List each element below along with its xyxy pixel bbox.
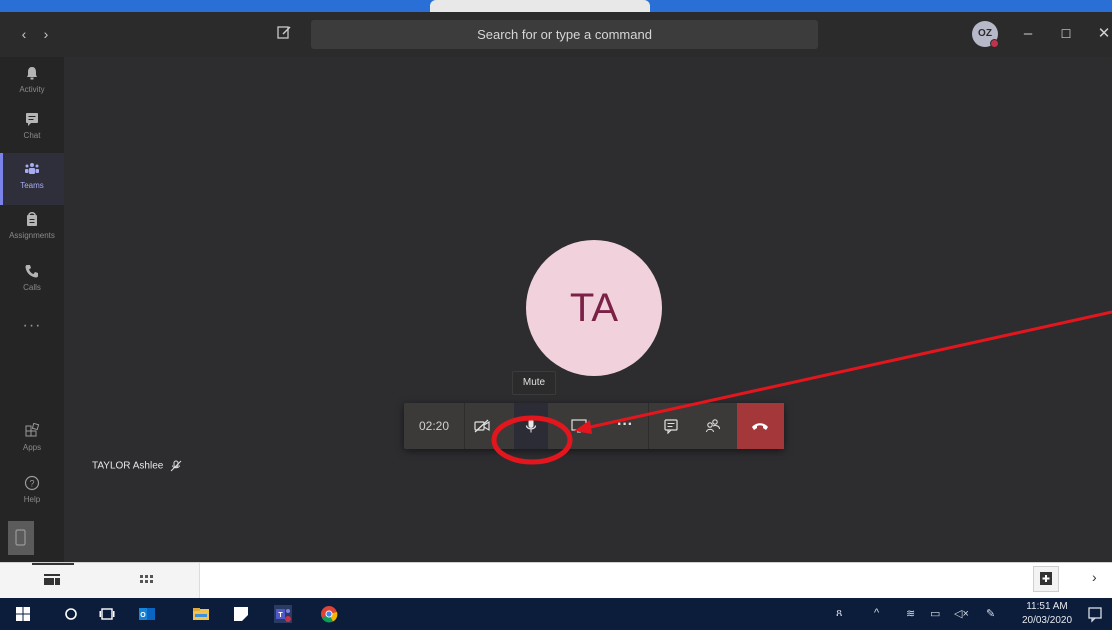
clock-date: 20/03/2020: [1021, 615, 1073, 626]
rail-label: Calls: [23, 283, 41, 292]
sticky-notes-icon[interactable]: [232, 605, 250, 623]
chevron-up-icon[interactable]: ^: [874, 607, 879, 619]
rail-label: Help: [23, 495, 41, 504]
avatar-initials: OZ: [978, 28, 992, 39]
battery-icon[interactable]: ▭: [930, 607, 940, 620]
close-button[interactable]: ✕: [1092, 22, 1112, 46]
call-timer: 02:20: [418, 419, 450, 433]
show-participants-button[interactable]: [696, 403, 730, 449]
notifications-icon[interactable]: [1086, 605, 1104, 623]
active-view-indicator: [32, 563, 74, 565]
camera-toggle-button[interactable]: [465, 403, 499, 449]
more-actions-button[interactable]: ···: [608, 403, 642, 449]
view-switcher: [0, 563, 200, 599]
view-list-icon[interactable]: [44, 573, 60, 587]
help-icon: ?: [24, 475, 40, 491]
forward-icon: ›: [43, 26, 49, 42]
wifi-icon[interactable]: ≋: [906, 607, 915, 620]
rail-label: Apps: [22, 443, 42, 452]
phone-icon: [25, 265, 38, 278]
rail-item-assignments[interactable]: Assignments: [0, 203, 64, 255]
add-button[interactable]: [1033, 566, 1059, 592]
teams-icon: [25, 163, 39, 174]
share-screen-icon: [571, 419, 587, 433]
app-rail: Activity Chat Teams Assignments Calls ··…: [0, 57, 64, 562]
bell-icon: [27, 67, 37, 80]
file-explorer-icon[interactable]: [192, 605, 210, 623]
participants-icon: [705, 419, 721, 433]
hang-up-button[interactable]: [737, 403, 784, 449]
search-circle-icon[interactable]: [62, 605, 80, 623]
participant-name: TAYLOR Ashlee: [92, 460, 164, 472]
rail-label: Teams: [20, 181, 44, 190]
profile-avatar[interactable]: OZ: [972, 21, 999, 48]
rail-label: Activity: [19, 85, 45, 94]
show-conversation-button[interactable]: [654, 403, 688, 449]
status-busy-icon: [990, 39, 999, 48]
assignments-icon: [27, 212, 37, 226]
compose-icon: [277, 26, 291, 39]
rail-item-chat[interactable]: Chat: [0, 103, 64, 155]
taskbar-clock[interactable]: 11:51 AM 20/03/2020: [1018, 600, 1076, 628]
rail-item-teams[interactable]: Teams: [0, 153, 64, 205]
maximize-button[interactable]: ☐: [1054, 22, 1078, 46]
windows-taskbar: O T ጸ ^ ≋ ▭ ◁× ✎ 11:51 AM 20/03/2020: [0, 598, 1112, 630]
rail-item-calls[interactable]: Calls: [0, 255, 64, 307]
clock-time: 11:51 AM: [1026, 601, 1068, 612]
forward-button[interactable]: ›: [36, 24, 56, 44]
new-chat-button[interactable]: [276, 24, 296, 44]
windows-start-icon[interactable]: [14, 605, 32, 623]
share-screen-button[interactable]: [562, 403, 596, 449]
svg-text:T: T: [278, 612, 283, 619]
rail-label: Assignments: [9, 231, 55, 240]
back-icon: ‹: [21, 26, 27, 42]
teams-taskbar-icon[interactable]: T: [274, 605, 292, 623]
rail-item-help[interactable]: ? Help: [0, 467, 64, 519]
call-stage: TA TAYLOR Ashlee Mute 02:20 ···: [64, 57, 1112, 562]
add-note-icon: [1040, 572, 1052, 585]
task-view-icon[interactable]: [98, 605, 116, 623]
outlook-icon[interactable]: O: [138, 605, 156, 623]
svg-text:O: O: [140, 612, 146, 619]
mobile-device-icon: [8, 521, 34, 555]
apps-icon: [25, 423, 40, 437]
view-grid-icon[interactable]: [138, 573, 154, 587]
conversation-icon: [664, 419, 678, 434]
bottom-bar: ›: [0, 562, 1112, 599]
participant-label: TAYLOR Ashlee: [92, 460, 182, 472]
camera-off-icon: [474, 419, 490, 433]
teams-window: ‹ › Search for or type a command OZ – ☐ …: [0, 0, 1112, 630]
window-tab-peek: [430, 0, 650, 12]
microphone-icon: [525, 419, 537, 433]
more-apps-button[interactable]: ···: [0, 317, 64, 335]
minimize-button[interactable]: –: [1016, 22, 1040, 46]
title-bar: ‹ › Search for or type a command OZ – ☐ …: [0, 12, 1112, 57]
chat-icon: [26, 113, 38, 126]
rail-label: Chat: [23, 131, 41, 140]
mute-tooltip: Mute: [512, 371, 556, 395]
divider: [648, 403, 649, 449]
back-button[interactable]: ‹: [14, 24, 34, 44]
participant-avatar: TA: [526, 240, 662, 376]
device-button[interactable]: [8, 521, 34, 555]
browser-top-strip: [0, 0, 1112, 12]
mute-button[interactable]: [514, 403, 548, 449]
rail-item-activity[interactable]: Activity: [0, 57, 64, 109]
mic-off-icon: [170, 460, 182, 472]
volume-muted-icon[interactable]: ◁×: [954, 607, 969, 620]
svg-text:?: ?: [29, 479, 34, 489]
pen-icon[interactable]: ✎: [986, 607, 995, 620]
people-icon[interactable]: ጸ: [836, 607, 842, 620]
hang-up-icon: [752, 423, 768, 430]
rail-item-apps[interactable]: Apps: [0, 415, 64, 467]
chevron-right-icon[interactable]: ›: [1092, 569, 1097, 585]
chrome-icon[interactable]: [320, 605, 338, 623]
call-controls: 02:20 ···: [404, 403, 784, 449]
search-input[interactable]: Search for or type a command: [311, 20, 818, 49]
